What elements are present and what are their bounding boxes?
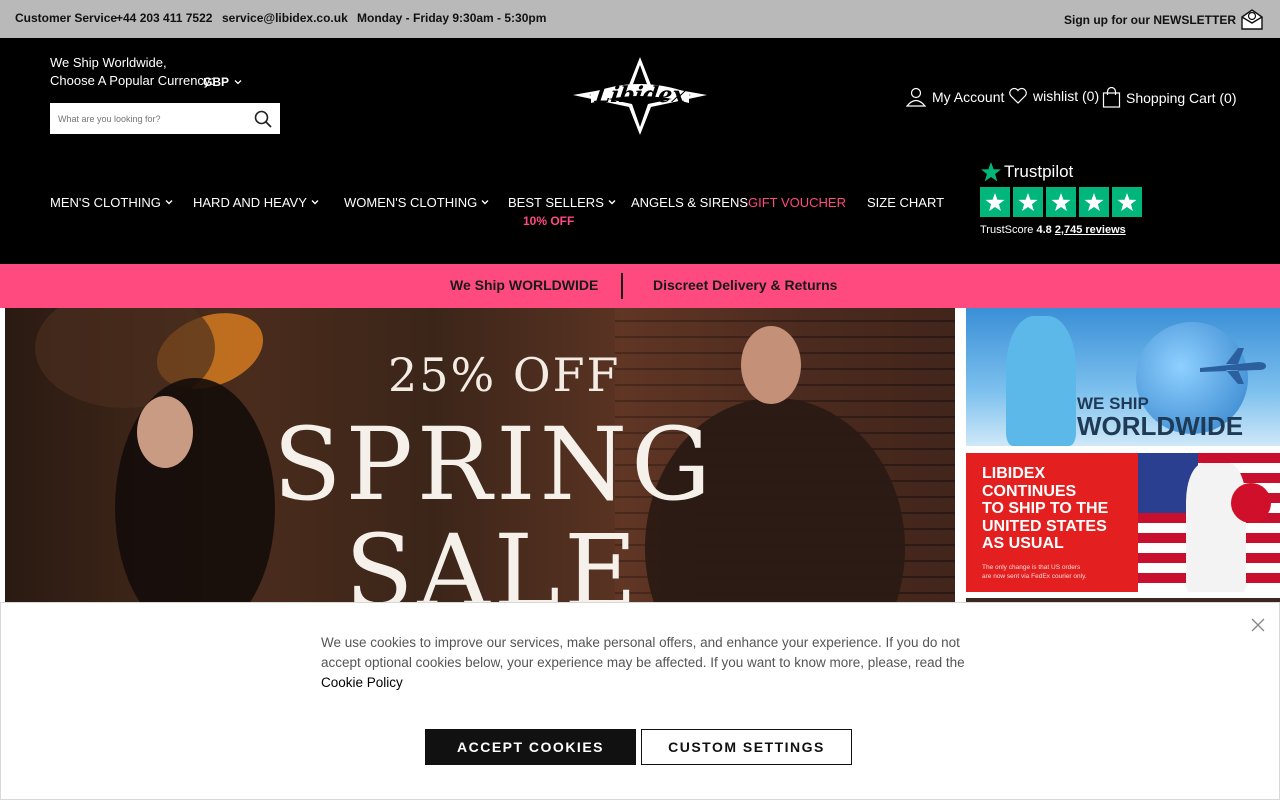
nav-womens-label: WOMEN'S CLOTHING [344, 195, 478, 210]
star-icon [980, 187, 1010, 217]
wishlist-link[interactable]: wishlist (0) [1008, 87, 1099, 105]
top-bar: Customer Service +44 203 411 7522 servic… [0, 0, 1280, 38]
nav-size-chart[interactable]: SIZE CHART [867, 195, 944, 210]
pom-pom [1231, 483, 1271, 523]
my-account-link[interactable]: My Account [905, 87, 1004, 107]
usa-banner-note: The only change is that US orders are no… [982, 563, 1087, 581]
hero-discount-text: 25% OFF [388, 348, 621, 402]
model-right-face [741, 326, 801, 404]
usa-heading-line: UNITED STATES [982, 517, 1107, 535]
star-icon [1112, 187, 1142, 217]
worldwide-text: WORLDWIDE [1077, 411, 1244, 441]
nav-best-label: BEST SELLERS [508, 195, 604, 210]
nav-womens-clothing[interactable]: WOMEN'S CLOTHING [344, 195, 489, 210]
shopping-cart-label: Shopping Cart (0) [1126, 89, 1237, 106]
nav-angels-label: ANGELS & SIRENS [631, 195, 749, 210]
star-icon [1079, 187, 1109, 217]
nav-voucher-label: GIFT VOUCHER [748, 195, 846, 210]
usa-heading-line: CONTINUES [982, 482, 1077, 500]
chevron-down-icon [608, 200, 616, 205]
chevron-down-icon [165, 200, 173, 205]
best-sellers-discount-badge: 10% OFF [523, 214, 575, 228]
cookie-message-text: We use cookies to improve our services, … [321, 635, 965, 670]
nav-size-label: SIZE CHART [867, 195, 945, 210]
hero-spring-sale-banner[interactable]: 25% OFF SPRING SALE [5, 308, 955, 608]
usa-heading-line: TO SHIP TO THE [982, 500, 1109, 517]
ship-worldwide-message: We Ship WORLDWIDE [450, 277, 599, 293]
customer-service-label: Customer Service [15, 11, 118, 25]
trustpilot-widget[interactable]: Trustpilot [980, 161, 1073, 183]
nav-angels-and-sirens[interactable]: ANGELS & SIRENS [631, 195, 748, 210]
usa-note-line: The only change is that US orders [982, 564, 1081, 571]
search-icon[interactable] [254, 110, 272, 128]
logo-text: Libidex [593, 82, 688, 108]
usa-heading-line: LIBIDEX [982, 465, 1046, 482]
custom-settings-button[interactable]: CUSTOM SETTINGS [641, 729, 852, 765]
shopping-bag-icon [1102, 87, 1121, 108]
model-figure [1006, 316, 1076, 446]
chevron-down-icon [234, 80, 242, 85]
chevron-down-icon [311, 200, 319, 205]
trustscore-text: TrustScore 4.8 2,745 reviews [980, 224, 1126, 236]
phone-number[interactable]: +44 203 411 7522 [116, 11, 212, 25]
currency-selector[interactable]: GBP [203, 75, 242, 89]
newsletter-link[interactable]: Sign up for our NEWSLETTER [1064, 13, 1236, 27]
cheerleader-figure [1186, 463, 1246, 592]
search-box [50, 103, 280, 134]
ship-worldwide-text: We Ship Worldwide, [50, 55, 167, 70]
hero-title-line1: SPRING [273, 406, 715, 523]
nav-hard-and-heavy[interactable]: HARD AND HEAVY [193, 195, 319, 210]
chevron-down-icon [481, 200, 489, 205]
nav-gift-voucher[interactable]: GIFT VOUCHER [748, 195, 846, 210]
trustpilot-rating-stars [980, 187, 1142, 217]
star-icon [1013, 187, 1043, 217]
hero-title-line2: SALE [345, 513, 642, 608]
trustpilot-reviews-link[interactable]: 2,745 reviews [1055, 224, 1126, 236]
model-left-face [137, 396, 193, 468]
usa-shipping-banner[interactable]: LIBIDEX CONTINUES TO SHIP TO THE UNITED … [966, 453, 1280, 592]
site-header: We Ship Worldwide, Choose A Popular Curr… [0, 38, 1280, 264]
trustscore-value: 4.8 [1036, 224, 1052, 236]
trustpilot-star-icon [981, 162, 1001, 182]
close-icon[interactable] [1251, 618, 1265, 632]
email-link[interactable]: service@libidex.co.uk [222, 11, 348, 25]
opening-hours: Monday - Friday 9:30am - 5:30pm [357, 11, 547, 25]
cookie-consent-panel: We use cookies to improve our services, … [0, 602, 1280, 800]
cookie-policy-link[interactable]: Cookie Policy [321, 675, 403, 690]
we-ship-worldwide-banner[interactable]: WE SHIP WORLDWIDE [966, 308, 1280, 446]
currency-value: GBP [203, 75, 229, 89]
trustpilot-name: Trustpilot [1004, 162, 1074, 181]
nav-mens-label: MEN'S CLOTHING [50, 195, 161, 210]
libidex-logo[interactable]: Libidex [571, 55, 709, 137]
accept-cookies-button[interactable]: ACCEPT COOKIES [425, 729, 636, 765]
nav-hard-label: HARD AND HEAVY [193, 195, 307, 210]
nav-mens-clothing[interactable]: MEN'S CLOTHING [50, 195, 173, 210]
nav-best-sellers[interactable]: BEST SELLERS [508, 195, 616, 210]
heart-icon [1009, 87, 1027, 104]
currency-label: Choose A Popular Currency: [50, 73, 215, 88]
star-icon [1046, 187, 1076, 217]
cookie-message: We use cookies to improve our services, … [321, 633, 971, 693]
banner-divider [621, 273, 623, 299]
usa-banner-heading: LIBIDEX CONTINUES TO SHIP TO THE UNITED … [982, 465, 1108, 553]
discreet-delivery-message: Discreet Delivery & Returns [653, 277, 838, 293]
promo-banner: We Ship WORLDWIDE Discreet Delivery & Re… [0, 264, 1280, 308]
model-left-figure [115, 378, 275, 608]
trustscore-label: TrustScore [980, 224, 1034, 236]
user-icon [905, 87, 927, 107]
usa-heading-line: AS USUAL [982, 535, 1064, 552]
search-input[interactable] [50, 103, 245, 134]
airplane-icon [1200, 348, 1266, 384]
shopping-cart-link[interactable]: Shopping Cart (0) [1102, 87, 1237, 108]
newsletter-envelope-icon[interactable] [1240, 8, 1264, 30]
wishlist-label: wishlist (0) [1033, 88, 1100, 104]
usa-note-line: are now sent via FedEx courier only. [982, 573, 1087, 580]
my-account-label: My Account [932, 89, 1005, 105]
